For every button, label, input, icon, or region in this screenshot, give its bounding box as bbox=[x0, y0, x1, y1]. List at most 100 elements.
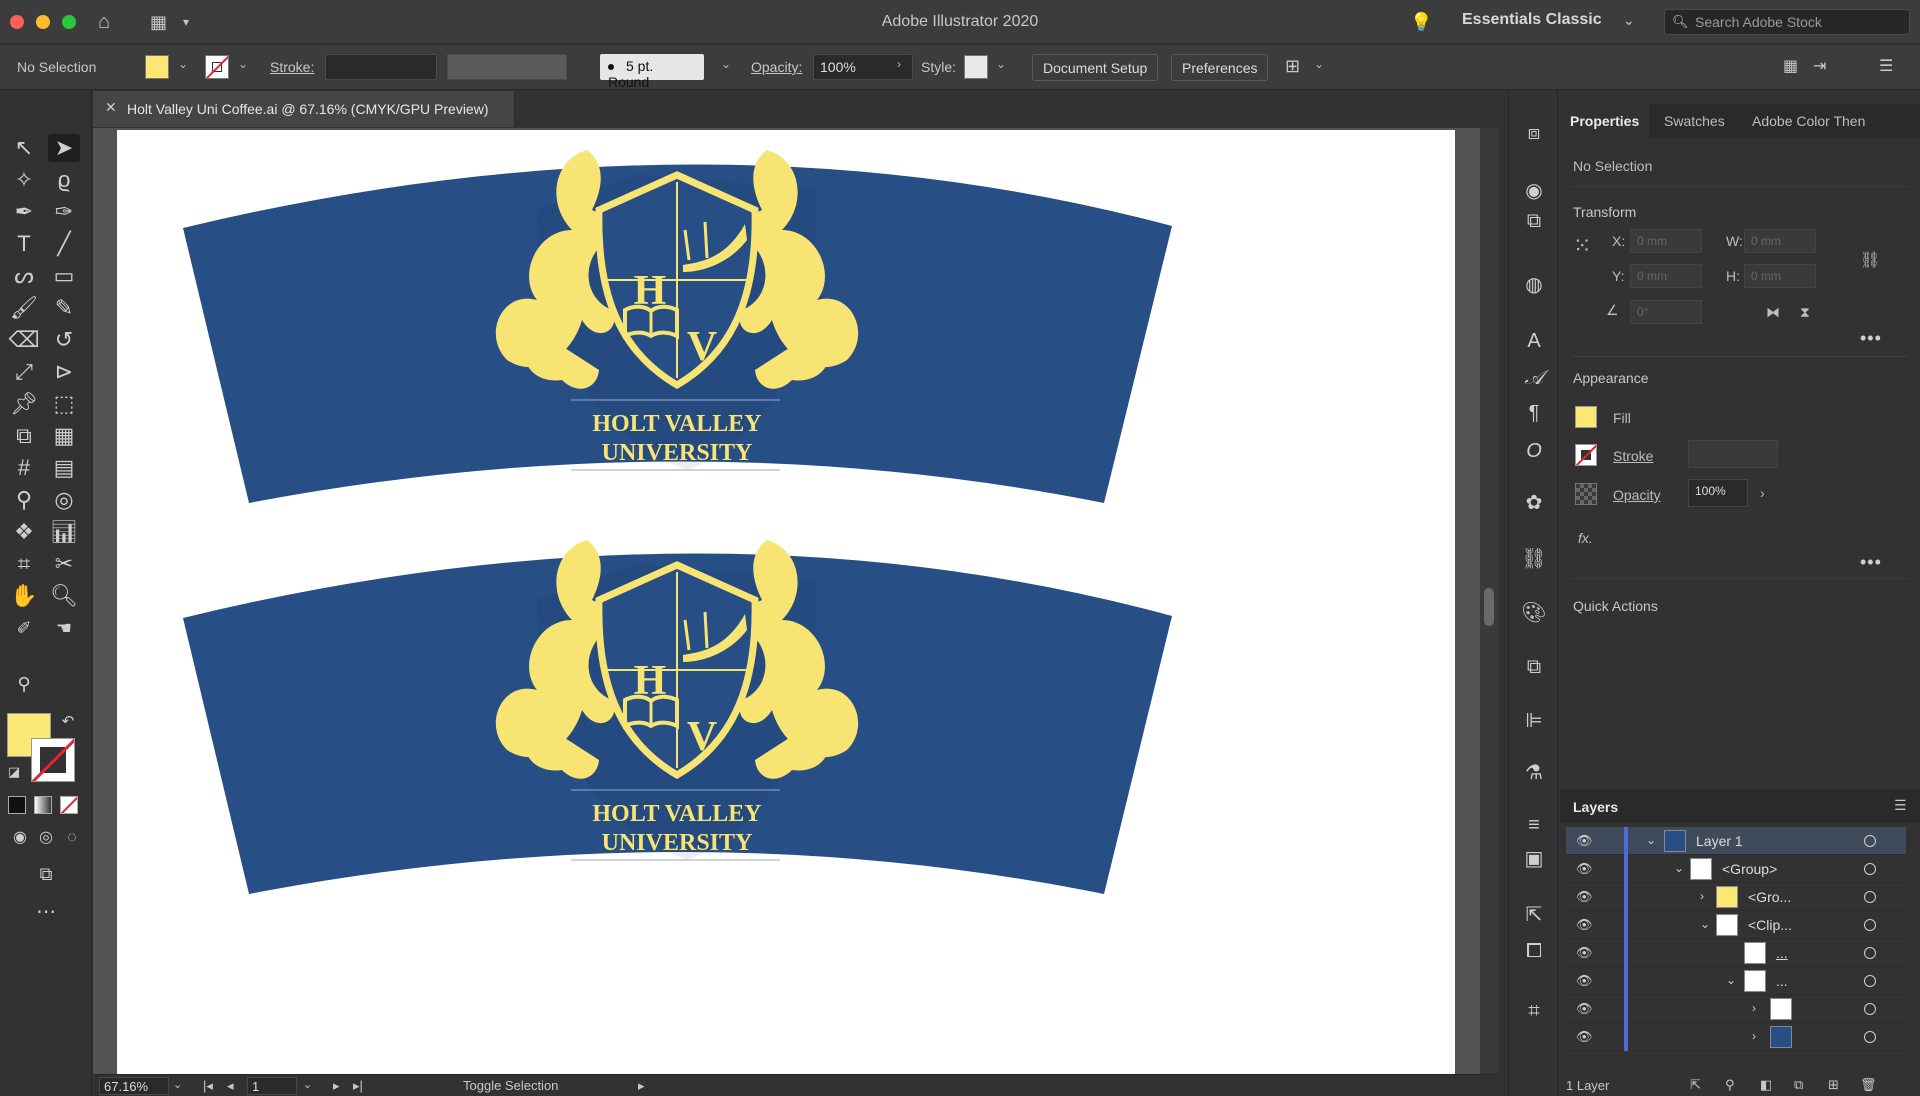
width-tool-icon[interactable]: ⊳ bbox=[48, 358, 80, 386]
delete-layer-icon[interactable]: 🗑︎ bbox=[1860, 1077, 1877, 1093]
stroke-weight-field[interactable] bbox=[1688, 440, 1778, 468]
more-options-icon[interactable]: ••• bbox=[1860, 328, 1882, 349]
artboard-dropdown-icon[interactable]: ⌄ bbox=[303, 1078, 312, 1091]
preferences-button[interactable]: Preferences bbox=[1171, 54, 1269, 81]
workspace-switcher[interactable]: Essentials Classic bbox=[1462, 11, 1602, 29]
next-artboard-icon[interactable]: ▸ bbox=[333, 1078, 340, 1094]
constrain-proportions-icon[interactable]: ⛓ bbox=[1860, 250, 1880, 270]
visibility-eye-icon[interactable]: 👁︎ bbox=[1576, 833, 1593, 849]
appearance-fill-swatch[interactable] bbox=[1575, 406, 1597, 428]
expand-chevron-icon[interactable]: › bbox=[1700, 889, 1704, 903]
color-icon[interactable]: ◉ bbox=[1521, 178, 1547, 204]
none-mode-icon[interactable] bbox=[60, 796, 78, 814]
draw-inside-icon[interactable]: ◌ bbox=[56, 824, 88, 852]
default-fill-stroke-icon[interactable]: ◪ bbox=[4, 758, 24, 786]
tab-swatches[interactable]: Swatches bbox=[1654, 104, 1735, 138]
document-setup-button[interactable]: Document Setup bbox=[1032, 54, 1159, 81]
gradient-panel-icon[interactable]: ▣ bbox=[1521, 846, 1547, 872]
last-artboard-icon[interactable]: ▸| bbox=[353, 1078, 363, 1094]
close-window-button[interactable] bbox=[10, 15, 24, 29]
layer-name[interactable]: <Clip... bbox=[1748, 917, 1792, 933]
layers-menu-icon[interactable]: ☰ bbox=[1894, 797, 1907, 814]
brushes-icon[interactable]: 🎨︎ bbox=[1521, 600, 1547, 626]
new-sublayer-icon[interactable]: ⧉ bbox=[1794, 1077, 1803, 1093]
scrollbar-thumb[interactable] bbox=[1484, 588, 1494, 626]
align-panel-icon[interactable]: ⊫ bbox=[1521, 708, 1547, 734]
more-options-icon[interactable]: ••• bbox=[1860, 552, 1882, 573]
brush-dropdown-icon[interactable]: ⌄ bbox=[721, 57, 731, 71]
zoom-tool-icon[interactable]: 🔍︎ bbox=[48, 582, 80, 610]
pencil-tool-icon[interactable]: ✎ bbox=[48, 294, 80, 322]
visibility-eye-icon[interactable]: 👁︎ bbox=[1576, 861, 1593, 877]
arrange-documents-icon[interactable]: ▦ bbox=[150, 10, 167, 34]
previous-artboard-icon[interactable]: ◂ bbox=[227, 1078, 234, 1094]
layer-name[interactable]: ... bbox=[1776, 973, 1788, 989]
screen-mode-icon[interactable]: ⧉ bbox=[30, 860, 62, 888]
transform-panel-icon[interactable]: ⌗ bbox=[1521, 998, 1547, 1024]
target-circle-icon[interactable] bbox=[1864, 947, 1876, 959]
stroke-panel-icon[interactable]: ≡ bbox=[1521, 812, 1547, 838]
layer-name[interactable]: ... bbox=[1776, 945, 1788, 961]
mesh-tool-icon[interactable]: # bbox=[8, 454, 40, 482]
pathfinder-icon[interactable]: ⧉ bbox=[1521, 654, 1547, 680]
style-dropdown-icon[interactable]: ⌄ bbox=[996, 57, 1006, 71]
magic-wand-tool-icon[interactable]: ✧ bbox=[8, 166, 40, 194]
opacity-arrow-icon[interactable]: › bbox=[1760, 485, 1765, 501]
scale-tool-icon[interactable]: ⤢ bbox=[8, 358, 40, 386]
opacity-label[interactable]: Opacity: bbox=[751, 59, 802, 75]
canvas[interactable]: H V HOLT VALLEY UNIVERSITY H V HOLT VALL… bbox=[93, 128, 1480, 1076]
curvature-tool-icon[interactable]: ✑ bbox=[48, 198, 80, 226]
canvas-vertical-scrollbar[interactable] bbox=[1480, 128, 1498, 1074]
type-tool-icon[interactable]: T bbox=[8, 230, 40, 258]
visibility-eye-icon[interactable]: 👁︎ bbox=[1576, 889, 1593, 905]
visibility-eye-icon[interactable]: 👁︎ bbox=[1576, 917, 1593, 933]
zoom-dropdown-icon[interactable]: ⌄ bbox=[173, 1078, 182, 1091]
target-circle-icon[interactable] bbox=[1864, 975, 1876, 987]
visibility-eye-icon[interactable]: 👁︎ bbox=[1576, 945, 1593, 961]
minimize-window-button[interactable] bbox=[36, 15, 50, 29]
shaper-tool-icon[interactable]: ᔕ bbox=[8, 262, 40, 290]
transparency-icon[interactable]: ⚗ bbox=[1521, 760, 1547, 786]
layer-row[interactable]: 👁︎ ⌄ <Group> bbox=[1566, 855, 1906, 883]
collapse-chevron-icon[interactable]: ⌄ bbox=[1646, 833, 1656, 847]
symbol-sprayer-tool-icon[interactable]: ❖ bbox=[8, 518, 40, 546]
paintbrush-tool-icon[interactable]: 🖌︎ bbox=[8, 294, 40, 322]
selection-tool-icon[interactable]: ↖ bbox=[8, 134, 40, 162]
layer-name[interactable]: Layer 1 bbox=[1696, 833, 1743, 849]
x-field[interactable]: 0 mm bbox=[1630, 229, 1702, 253]
target-circle-icon[interactable] bbox=[1864, 891, 1876, 903]
arrange-icon[interactable]: ⇥ bbox=[1813, 56, 1826, 76]
h-field[interactable]: 0 mm bbox=[1744, 264, 1816, 288]
perspective-grid-tool-icon[interactable]: ▦ bbox=[48, 422, 80, 450]
close-document-icon[interactable]: ✕ bbox=[105, 99, 117, 116]
variable-width-profile[interactable] bbox=[447, 54, 567, 80]
document-tab[interactable]: ✕ Holt Valley Uni Coffee.ai @ 67.16% (CM… bbox=[93, 91, 515, 127]
zoom-field[interactable]: 67.16% bbox=[99, 1077, 169, 1095]
stroke-label[interactable]: Stroke bbox=[1613, 448, 1653, 464]
line-tool-icon[interactable]: ╱ bbox=[48, 230, 80, 258]
artboard[interactable]: H V HOLT VALLEY UNIVERSITY H V HOLT VALL… bbox=[117, 130, 1455, 1076]
appearance-icon[interactable]: ◍ bbox=[1521, 272, 1547, 298]
collapse-chevron-icon[interactable]: ⌄ bbox=[1726, 973, 1736, 987]
eraser-tool-icon[interactable]: ⌫ bbox=[8, 326, 40, 354]
zoom-secondary-icon[interactable]: ⚲ bbox=[8, 670, 40, 698]
collect-for-export-icon[interactable]: ⇱ bbox=[1690, 1077, 1701, 1093]
search-input[interactable] bbox=[1695, 13, 1905, 31]
eyedropper-tool-icon[interactable]: ⚲ bbox=[8, 486, 40, 514]
collapse-chevron-icon[interactable]: ⌄ bbox=[1700, 917, 1710, 931]
flip-vertical-icon[interactable]: ⧗ bbox=[1800, 304, 1810, 321]
status-menu-arrow-icon[interactable]: ▸ bbox=[638, 1078, 645, 1094]
visibility-eye-icon[interactable]: 👁︎ bbox=[1576, 973, 1593, 989]
stroke-color-box[interactable] bbox=[31, 738, 75, 782]
visibility-eye-icon[interactable]: 👁︎ bbox=[1576, 1001, 1593, 1017]
home-icon[interactable]: ⌂ bbox=[98, 10, 110, 34]
gradient-mode-icon[interactable] bbox=[34, 796, 52, 814]
w-field[interactable]: 0 mm bbox=[1744, 229, 1816, 253]
puppet-warp-tool-icon[interactable]: 📌︎ bbox=[8, 390, 40, 418]
swap-fill-stroke-icon[interactable]: ↶ bbox=[58, 708, 78, 736]
stroke-weight-field[interactable] bbox=[325, 54, 437, 80]
blend-tool-icon[interactable]: ◎ bbox=[48, 486, 80, 514]
opacity-field[interactable]: 100% bbox=[1688, 479, 1748, 507]
panel-menu-icon[interactable]: ☰ bbox=[1879, 56, 1893, 76]
artboards-panel-icon[interactable]: ⧠ bbox=[1521, 938, 1547, 964]
